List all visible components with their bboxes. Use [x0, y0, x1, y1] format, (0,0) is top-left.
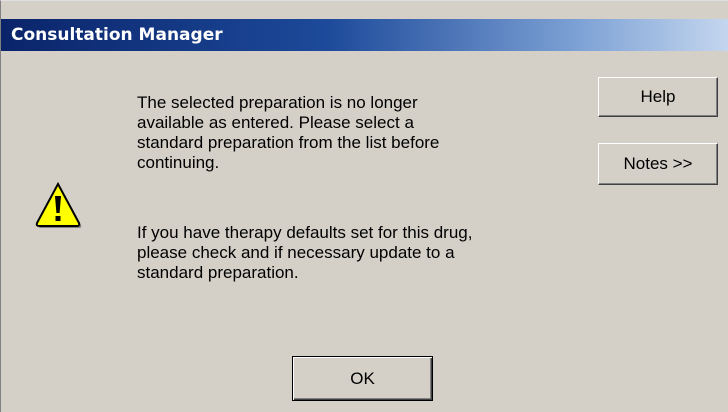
title-bar[interactable]: Consultation Manager: [1, 19, 728, 51]
warning-icon: [35, 181, 82, 228]
ok-button[interactable]: OK: [292, 356, 433, 401]
message-secondary: If you have therapy defaults set for thi…: [137, 223, 473, 282]
window-title: Consultation Manager: [11, 25, 223, 45]
consultation-manager-dialog: Consultation Manager The selected prepar…: [0, 0, 728, 412]
message-primary: The selected preparation is no longer av…: [137, 93, 440, 172]
notes-button[interactable]: Notes >>: [598, 143, 718, 185]
help-button[interactable]: Help: [598, 77, 718, 117]
